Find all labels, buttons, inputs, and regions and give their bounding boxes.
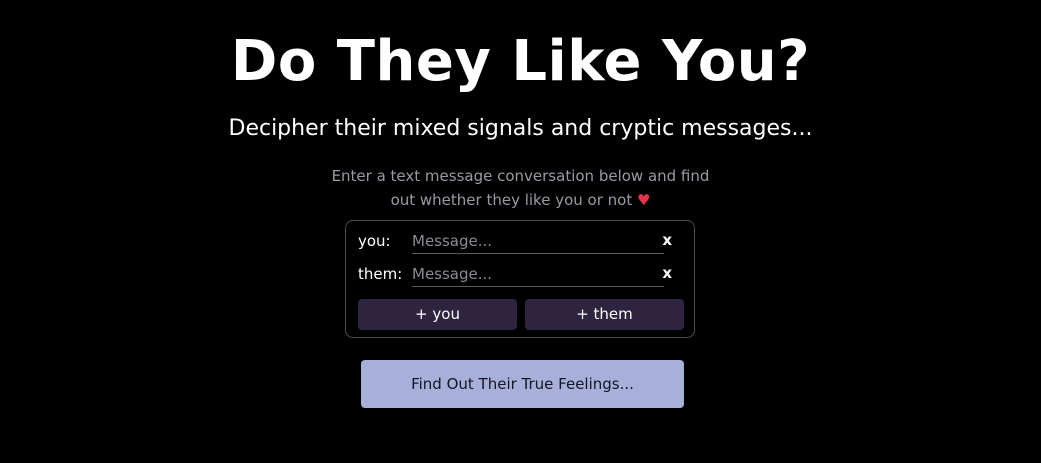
message-row-you: you: x bbox=[358, 229, 686, 255]
instructions: Enter a text message conversation below … bbox=[330, 164, 711, 212]
message-input-them[interactable] bbox=[412, 262, 664, 287]
message-input-you[interactable] bbox=[412, 229, 664, 254]
add-you-button[interactable]: + you bbox=[358, 299, 517, 330]
heart-icon: ♥ bbox=[636, 191, 651, 209]
page: Do They Like You? Decipher their mixed s… bbox=[0, 0, 1041, 463]
speaker-label-you: you: bbox=[358, 232, 391, 250]
instructions-line-2: out whether they like you or not bbox=[390, 191, 633, 209]
speaker-label-them: them: bbox=[358, 265, 403, 283]
page-title: Do They Like You? bbox=[230, 29, 811, 94]
remove-message-button-them[interactable]: x bbox=[662, 264, 672, 282]
instructions-line-1: Enter a text message conversation below … bbox=[331, 167, 710, 185]
conversation-box: you: x them: x + you + them bbox=[345, 220, 695, 338]
page-subtitle: Decipher their mixed signals and cryptic… bbox=[228, 116, 813, 141]
remove-message-button-you[interactable]: x bbox=[662, 231, 672, 249]
find-out-button[interactable]: Find Out Their True Feelings... bbox=[361, 360, 684, 408]
message-row-them: them: x bbox=[358, 262, 686, 288]
add-them-button[interactable]: + them bbox=[525, 299, 684, 330]
